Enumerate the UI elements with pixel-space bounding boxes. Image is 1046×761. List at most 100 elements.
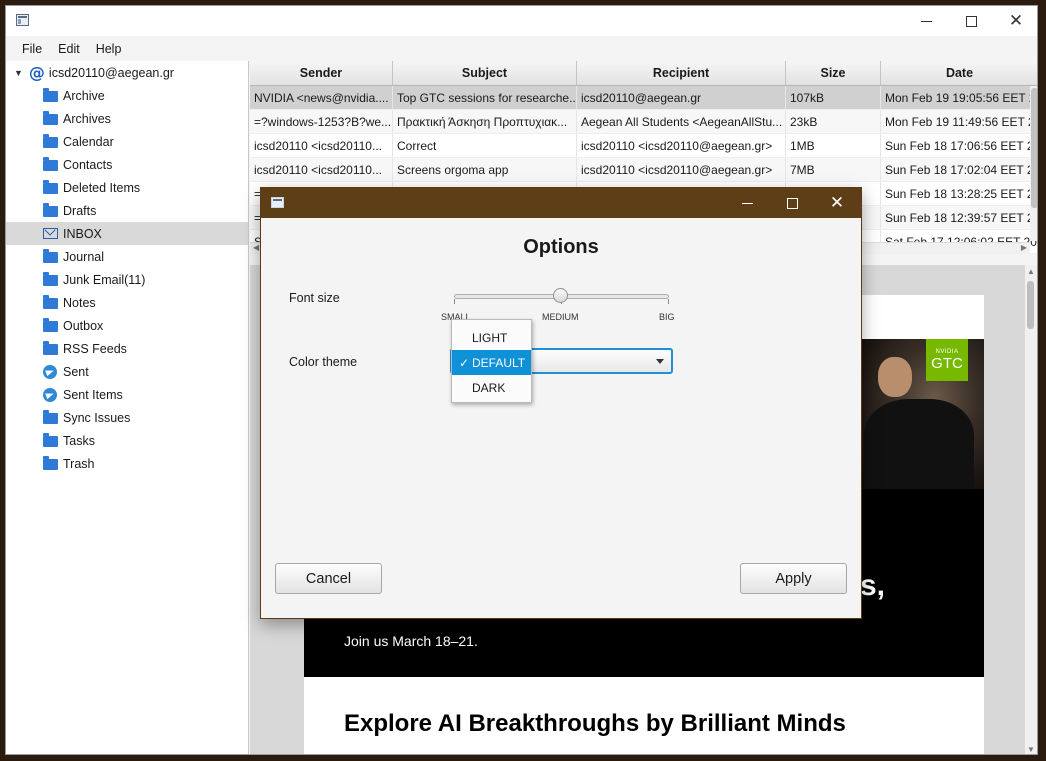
check-icon: ✓ <box>459 355 470 370</box>
folder-label: RSS Feeds <box>63 341 127 356</box>
folder-item[interactable]: Contacts <box>6 153 248 176</box>
close-button[interactable]: ✕ <box>993 6 1037 36</box>
table-row[interactable]: NVIDIA <news@nvidia.... Top GTC sessions … <box>250 86 1037 110</box>
font-size-label: Font size <box>289 291 340 305</box>
inbox-icon <box>43 228 58 239</box>
options-dialog: ✕ Options Font size SMALL MEDIUM BIG Col… <box>260 187 862 619</box>
folder-label: Drafts <box>63 203 97 218</box>
close-icon: ✕ <box>1008 11 1024 31</box>
theme-option-default[interactable]: ✓ DEFAULT <box>452 350 531 375</box>
folder-item[interactable]: Outbox <box>6 314 248 337</box>
expand-triangle-icon[interactable]: ▼ <box>14 68 23 78</box>
table-vertical-scrollbar[interactable] <box>1030 86 1037 241</box>
app-icon <box>16 14 29 26</box>
folder-label: Archives <box>63 111 111 126</box>
folder-label: Notes <box>63 295 96 310</box>
slider-tick <box>668 299 669 304</box>
column-size[interactable]: Size <box>786 61 881 85</box>
cell-recipient: icsd20110@aegean.gr <box>577 86 786 109</box>
folder-item[interactable]: INBOX <box>6 222 248 245</box>
folder-item[interactable]: Calendar <box>6 130 248 153</box>
folder-item[interactable]: Notes <box>6 291 248 314</box>
folder-item[interactable]: Junk Email(11) <box>6 268 248 291</box>
cell-recipient: icsd20110 <icsd20110@aegean.gr> <box>577 134 786 157</box>
menu-help[interactable]: Help <box>88 42 130 56</box>
cell-sender: icsd20110 <icsd20110... <box>250 134 393 157</box>
apply-button[interactable]: Apply <box>740 563 847 594</box>
table-header: Sender Subject Recipient Size Date <box>250 61 1037 86</box>
slider-tick <box>454 299 455 304</box>
folder-item[interactable]: Drafts <box>6 199 248 222</box>
scroll-up-icon[interactable]: ▲ <box>1027 267 1035 276</box>
folder-item[interactable]: RSS Feeds <box>6 337 248 360</box>
folder-label: Outbox <box>63 318 104 333</box>
folder-item[interactable]: Trash <box>6 452 248 475</box>
folder-icon <box>43 134 58 148</box>
folder-icon <box>43 157 58 171</box>
cell-date: Mon Feb 19 19:05:56 EET 2... <box>881 86 1037 109</box>
folder-item[interactable]: Archive <box>6 84 248 107</box>
table-row[interactable]: =?windows-1253?B?we... Πρακτική Άσκηση Πρ… <box>250 110 1037 134</box>
folder-item[interactable]: Archives <box>6 107 248 130</box>
cell-size: 23kB <box>786 110 881 133</box>
folder-label: Trash <box>63 456 95 471</box>
folder-label: Deleted Items <box>63 180 141 195</box>
folder-label: Journal <box>63 249 104 264</box>
column-subject[interactable]: Subject <box>393 61 577 85</box>
folder-label: Contacts <box>63 157 113 172</box>
theme-option-dark[interactable]: DARK <box>452 375 531 400</box>
table-row[interactable]: icsd20110 <icsd20110... Correct icsd20110 … <box>250 134 1037 158</box>
preview-vertical-scrollbar[interactable]: ▲ ▼ <box>1025 265 1037 754</box>
folder-label: Tasks <box>63 433 95 448</box>
scroll-thumb[interactable] <box>1027 281 1034 329</box>
account-node[interactable]: ▼ @ icsd20110@aegean.gr <box>6 61 248 84</box>
dialog-title-bar: ✕ <box>261 188 861 218</box>
maximize-button[interactable] <box>948 6 994 36</box>
scroll-thumb[interactable] <box>1031 88 1037 208</box>
dialog-close-button[interactable]: ✕ <box>814 188 860 218</box>
scroll-left-icon[interactable]: ◀ <box>253 243 259 252</box>
folder-item[interactable]: Deleted Items <box>6 176 248 199</box>
cell-date: Mon Feb 19 11:49:56 EET 2... <box>881 110 1037 133</box>
title-bar: ✕ <box>6 6 1037 36</box>
folder-icon <box>43 318 58 332</box>
folder-icon <box>43 249 58 263</box>
dialog-heading: Options <box>523 236 599 258</box>
folder-label: Archive <box>63 88 105 103</box>
dialog-maximize-button[interactable] <box>769 188 815 218</box>
cell-size: 1MB <box>786 134 881 157</box>
cell-recipient: Aegean All Students <AegeanAllStu... <box>577 110 786 133</box>
cell-recipient: icsd20110 <icsd20110@aegean.gr> <box>577 158 786 181</box>
folder-item[interactable]: Sent <box>6 360 248 383</box>
folder-item[interactable]: Tasks <box>6 429 248 452</box>
folder-item[interactable]: Journal <box>6 245 248 268</box>
font-size-slider-thumb[interactable] <box>553 288 568 303</box>
gtc-logo: NVIDIA GTC <box>926 339 968 381</box>
folder-icon <box>43 341 58 355</box>
column-sender[interactable]: Sender <box>250 61 393 85</box>
option-label: DARK <box>472 380 506 395</box>
hero-join-text: Join us March 18–21. <box>344 633 478 649</box>
scroll-down-icon[interactable]: ▼ <box>1027 745 1035 754</box>
theme-option-light[interactable]: LIGHT <box>452 325 531 350</box>
menu-edit[interactable]: Edit <box>50 42 88 56</box>
cancel-button[interactable]: Cancel <box>275 563 382 594</box>
folder-item[interactable]: Sent Items <box>6 383 248 406</box>
folder-label: Sent Items <box>63 387 123 402</box>
dialog-minimize-button[interactable] <box>724 188 770 218</box>
folder-tree: ▼ @ icsd20110@aegean.gr Archive Archives C… <box>6 61 249 754</box>
column-recipient[interactable]: Recipient <box>577 61 786 85</box>
cell-subject: Πρακτική Άσκηση Προπτυχιακ... <box>393 110 577 133</box>
option-label: DEFAULT <box>472 355 526 370</box>
folder-label: Sync Issues <box>63 410 131 425</box>
scroll-right-icon[interactable]: ▶ <box>1021 243 1027 252</box>
menu-bar: File Edit Help <box>6 38 1037 60</box>
minimize-button[interactable] <box>903 6 949 36</box>
slider-label-medium: MEDIUM <box>542 312 579 322</box>
account-label: icsd20110@aegean.gr <box>48 65 174 80</box>
menu-file[interactable]: File <box>14 42 50 56</box>
table-row[interactable]: icsd20110 <icsd20110... Screens orgoma ap… <box>250 158 1037 182</box>
column-date[interactable]: Date <box>881 61 1037 85</box>
folder-item[interactable]: Sync Issues <box>6 406 248 429</box>
folder-icon <box>43 456 58 470</box>
